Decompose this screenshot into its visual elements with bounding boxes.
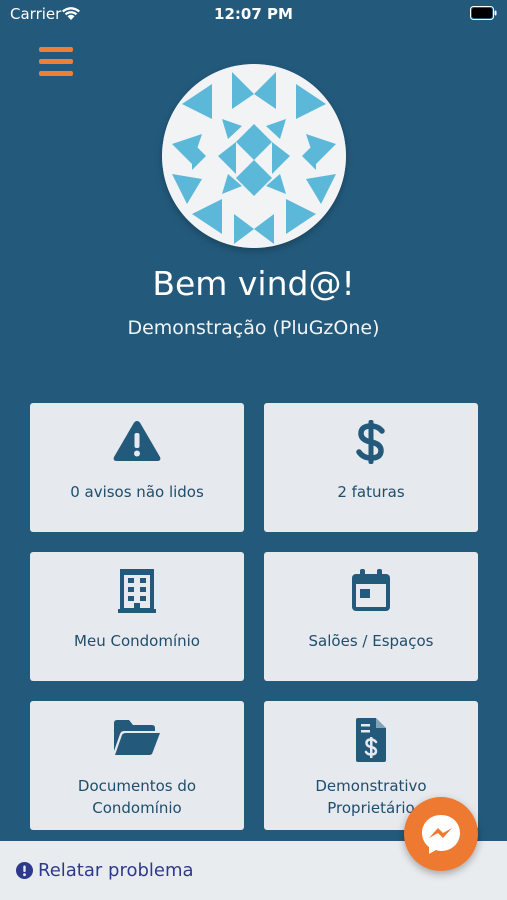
card-condominio-label: Meu Condomínio — [74, 632, 200, 650]
folder-icon — [114, 720, 160, 755]
report-problem-label: Relatar problema — [38, 860, 194, 881]
calendar-icon — [352, 569, 390, 611]
messenger-chat-button[interactable] — [404, 797, 478, 871]
report-problem-link[interactable]: Relatar problema — [16, 860, 194, 881]
card-avisos-label: 0 avisos não lidos — [70, 483, 204, 501]
status-bar: Carrier 12:07 PM — [0, 0, 507, 28]
card-saloes-label: Salões / Espaços — [308, 632, 434, 650]
warning-icon — [113, 421, 161, 461]
invoice-icon — [356, 718, 386, 762]
card-avisos[interactable]: 0 avisos não lidos — [30, 403, 244, 532]
card-faturas[interactable]: 2 faturas — [264, 403, 478, 532]
status-time: 12:07 PM — [214, 5, 293, 23]
menu-icon[interactable] — [39, 47, 73, 79]
card-faturas-label: 2 faturas — [337, 483, 405, 501]
dollar-icon — [356, 420, 385, 464]
card-condominio[interactable]: Meu Condomínio — [30, 552, 244, 681]
card-saloes[interactable]: Salões / Espaços — [264, 552, 478, 681]
battery-icon — [470, 6, 497, 20]
building-icon — [118, 569, 156, 613]
card-documentos-label: Documentos do Condomínio — [77, 777, 197, 817]
messenger-icon — [422, 815, 460, 854]
card-documentos[interactable]: Documentos do Condomínio — [30, 701, 244, 830]
welcome-title: Bem vind@! — [152, 264, 355, 303]
account-name: Demonstração (PluGzOne) — [127, 317, 380, 339]
info-icon — [16, 862, 33, 879]
avatar — [162, 64, 346, 248]
